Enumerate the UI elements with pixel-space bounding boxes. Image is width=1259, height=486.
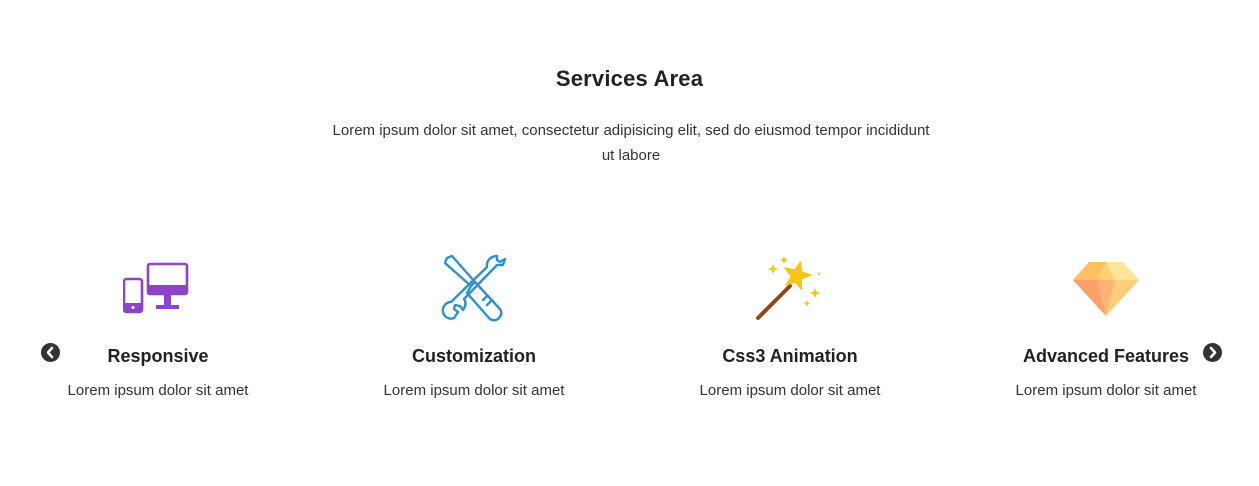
tools-icon bbox=[441, 254, 507, 322]
diamond-icon bbox=[1073, 262, 1139, 316]
carousel-prev-button[interactable] bbox=[41, 343, 60, 362]
service-item-advanced-features: Advanced Features Lorem ipsum dolor sit … bbox=[976, 252, 1236, 401]
chevron-right-circle-icon bbox=[1209, 346, 1217, 359]
service-title: Customization bbox=[412, 346, 536, 366]
service-item-customization: Customization Lorem ipsum dolor sit amet bbox=[344, 252, 604, 401]
service-title: Responsive bbox=[107, 346, 209, 366]
service-title: Css3 Animation bbox=[722, 346, 858, 366]
chevron-left-circle-icon bbox=[46, 346, 54, 359]
carousel-next-button[interactable] bbox=[1203, 343, 1222, 362]
magic-wand-icon bbox=[756, 256, 821, 320]
devices-icon bbox=[123, 262, 189, 314]
service-text: Lorem ipsum dolor sit amet bbox=[1015, 382, 1197, 399]
section-title: Services Area bbox=[555, 66, 704, 91]
service-item-responsive: Responsive Lorem ipsum dolor sit amet bbox=[28, 252, 288, 401]
service-text: Lorem ipsum dolor sit amet bbox=[699, 382, 881, 399]
service-text: Lorem ipsum dolor sit amet bbox=[383, 382, 565, 399]
service-item-css3-animation: Css3 Animation Lorem ipsum dolor sit ame… bbox=[660, 252, 920, 401]
service-title: Advanced Features bbox=[1022, 346, 1190, 366]
section-description: Lorem ipsum dolor sit amet, consectetur … bbox=[332, 122, 930, 164]
services-carousel: Responsive Lorem ipsum dolor sit amet Cu… bbox=[0, 252, 1259, 422]
service-text: Lorem ipsum dolor sit amet bbox=[67, 382, 249, 399]
